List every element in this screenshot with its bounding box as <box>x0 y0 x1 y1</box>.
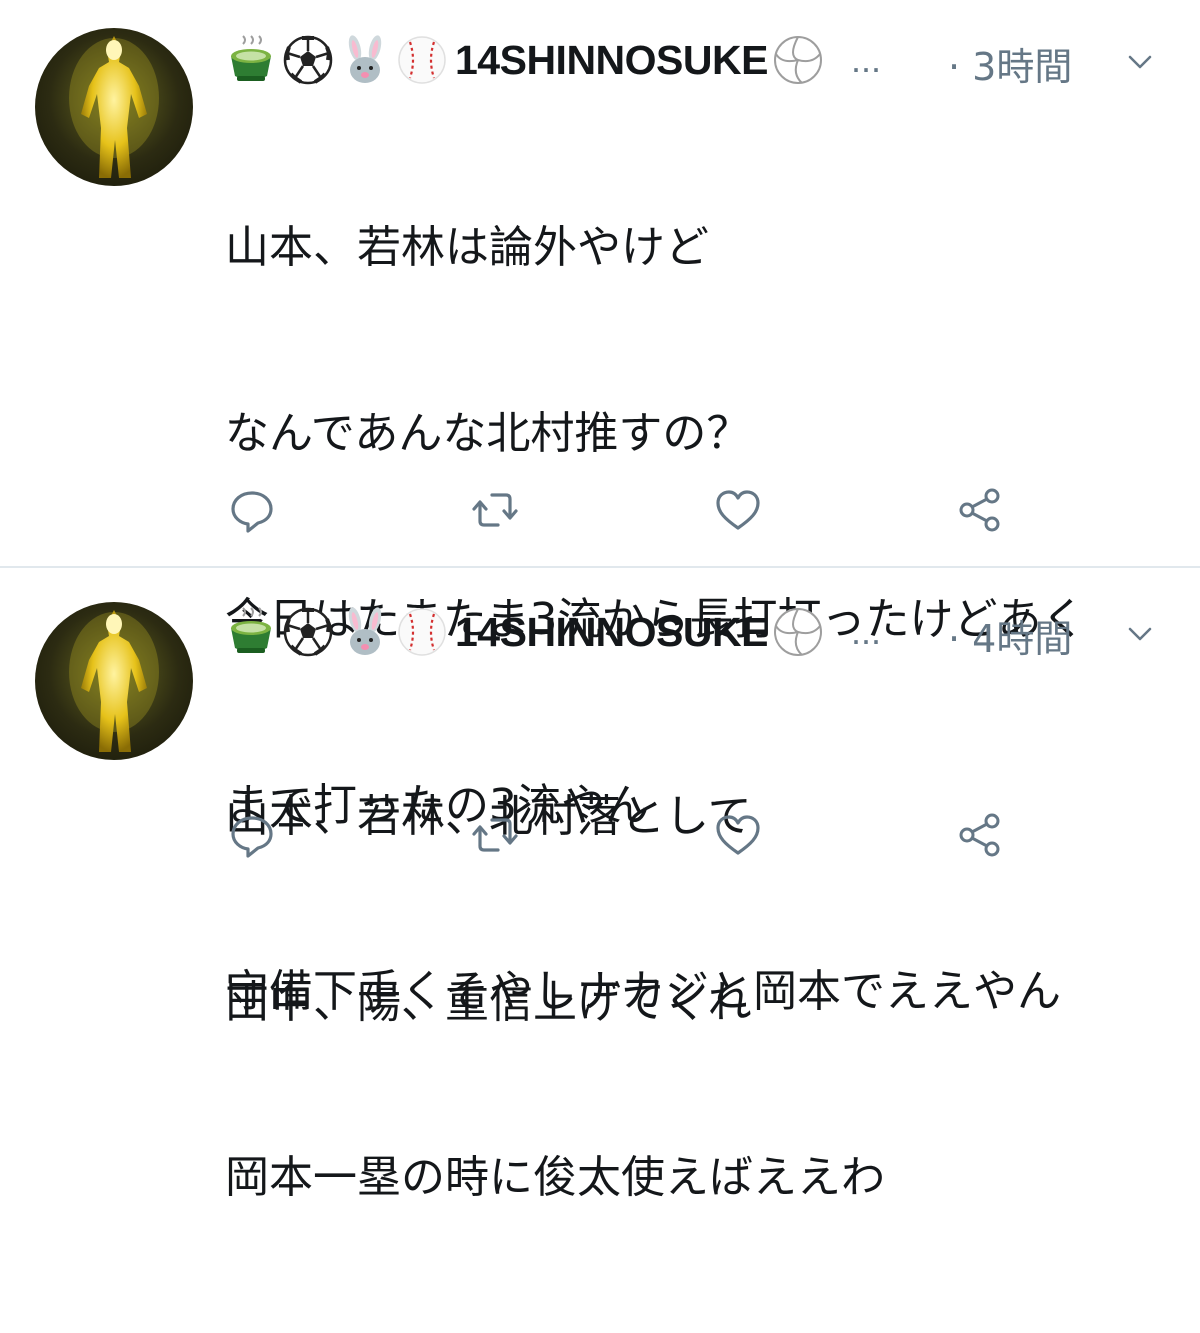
like-icon[interactable] <box>713 810 763 860</box>
retweet-icon[interactable] <box>470 485 520 535</box>
rabbit-icon <box>339 606 391 658</box>
rabbit-icon <box>339 34 391 86</box>
baseball-icon <box>396 34 448 86</box>
avatar[interactable] <box>35 28 193 186</box>
tweet-2[interactable]: 14SHINNOSUKE ... · 4時間 山本、若林、北村落として 田中、陽… <box>0 568 1200 1028</box>
tweet-timestamp[interactable]: · 4時間 <box>948 608 1072 663</box>
chevron-down-icon[interactable] <box>1122 616 1158 652</box>
volleyball-icon <box>772 34 824 86</box>
avatar[interactable] <box>35 602 193 760</box>
reply-icon[interactable] <box>227 485 277 535</box>
tweet-line: なんであんな北村推すの？ <box>225 408 751 459</box>
tweet-text: 山本、若林、北村落として 田中、陽、重信上げてくれ <box>225 662 752 1158</box>
share-icon[interactable] <box>955 810 1005 860</box>
tweet-line: 山本、若林は論外やけど <box>225 222 709 273</box>
name-truncation: ... <box>850 611 881 652</box>
reply-icon[interactable] <box>227 810 277 860</box>
tweet-header: 14SHINNOSUKE ... <box>225 602 881 662</box>
display-name[interactable]: 14SHINNOSUKE <box>455 609 768 656</box>
soccer-ball-icon <box>282 606 334 658</box>
tweet-line: 田中、陽、重信上げてくれ <box>225 977 752 1028</box>
tweet-header: 14SHINNOSUKE ... <box>225 30 881 90</box>
tweet-actions <box>0 810 1200 860</box>
baseball-icon <box>396 606 448 658</box>
display-name[interactable]: 14SHINNOSUKE <box>455 37 768 84</box>
volleyball-icon <box>772 606 824 658</box>
matcha-icon <box>225 34 277 86</box>
soccer-ball-icon <box>282 34 334 86</box>
retweet-icon[interactable] <box>470 810 520 860</box>
like-icon[interactable] <box>713 485 763 535</box>
avatar-figure-icon <box>69 36 159 178</box>
tweet-actions <box>0 485 1200 535</box>
matcha-icon <box>225 606 277 658</box>
tweet-timestamp[interactable]: · 3時間 <box>948 36 1072 91</box>
avatar-figure-icon <box>69 610 159 752</box>
chevron-down-icon[interactable] <box>1122 44 1158 80</box>
name-truncation: ... <box>850 39 881 80</box>
share-icon[interactable] <box>955 485 1005 535</box>
tweet-1[interactable]: 14SHINNOSUKE ... · 3時間 山本、若林は論外やけど なんであん… <box>0 0 1200 1203</box>
